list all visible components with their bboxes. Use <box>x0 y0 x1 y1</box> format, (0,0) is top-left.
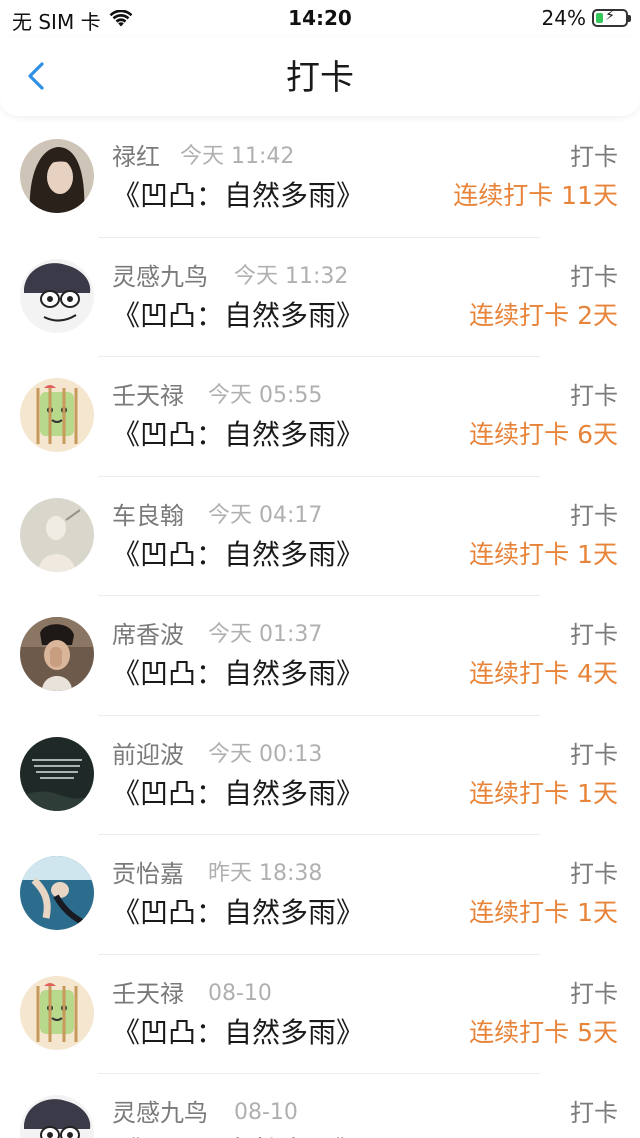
book-title: 《凹凸：自然多雨》 <box>112 179 365 212</box>
streak-label: 连续打卡 1天 <box>469 778 618 808</box>
book-title: 《凹凸：自然多雨》 <box>112 1134 364 1138</box>
list-item[interactable]: 前迎波 今天 00:13 《凹凸：自然多雨》 打卡连续打卡 1天 <box>0 716 640 835</box>
streak-label: 连续打卡 1天 <box>469 539 618 569</box>
checkin-label: 打卡 <box>570 1099 618 1127</box>
streak-label: 连续打卡 1天 <box>469 898 618 927</box>
checkin-time: 昨天 18:38 <box>208 861 323 886</box>
book-title: 《凹凸：自然多雨》 <box>112 1015 365 1049</box>
user-name[interactable]: 车良翰 <box>112 501 184 531</box>
user-name[interactable]: 灵感九鸟 <box>112 262 208 292</box>
avatar[interactable] <box>20 258 94 333</box>
status-bar: 无 SIM 卡 14:20 24% ⚡ <box>0 0 640 36</box>
battery-icon: ⚡ <box>592 8 631 27</box>
battery-cap <box>628 15 631 22</box>
avatar[interactable] <box>20 975 94 1050</box>
user-name[interactable]: 前迎波 <box>112 740 184 770</box>
checkin-label: 打卡 <box>570 621 618 649</box>
list-item[interactable]: 车良翰 今天 04:17 《凹凸：自然多雨》 打卡连续打卡 1天 <box>0 477 640 596</box>
user-name[interactable]: 禄红 <box>112 142 160 172</box>
list-item[interactable]: 禄红 今天 11:42 《凹凸：自然多雨》 打卡连续打卡 11天 <box>0 118 640 238</box>
checkin-label: 打卡 <box>570 382 618 410</box>
list-item[interactable]: 壬天禄 08-10 《凹凸：自然多雨》 打卡连续打卡 5天 <box>0 955 640 1074</box>
avatar[interactable] <box>20 497 94 572</box>
checkin-label: 打卡 <box>570 860 618 888</box>
book-title: 《凹凸：自然多雨》 <box>112 896 365 929</box>
avatar[interactable] <box>20 139 94 213</box>
list-item[interactable]: 席香波 今天 01:37 《凹凸：自然多雨》 打卡连续打卡 4天 <box>0 596 640 716</box>
avatar[interactable] <box>20 1095 94 1138</box>
avatar[interactable] <box>20 617 94 691</box>
book-title: 《凹凸：自然多雨》 <box>112 537 365 571</box>
user-name[interactable]: 贡怡嘉 <box>112 859 184 889</box>
list-item[interactable]: 灵感九鸟 08-10 《凹凸：自然多雨》 打卡 <box>0 1074 640 1138</box>
checkin-label: 打卡 <box>570 979 618 1008</box>
checkin-time: 今天 04:17 <box>208 502 323 528</box>
list-item[interactable]: 贡怡嘉 昨天 18:38 《凹凸：自然多雨》 打卡连续打卡 1天 <box>0 835 640 955</box>
status-right: 24% ⚡ <box>541 6 631 30</box>
checkin-label: 打卡 <box>570 143 618 171</box>
checkin-time: 今天 01:37 <box>208 622 323 647</box>
avatar[interactable] <box>20 736 94 811</box>
list-item[interactable]: 灵感九鸟 今天 11:32 《凹凸：自然多雨》 打卡连续打卡 2天 <box>0 238 640 357</box>
streak-label: 连续打卡 2天 <box>469 300 618 330</box>
book-title: 《凹凸：自然多雨》 <box>112 657 365 690</box>
user-name[interactable]: 灵感九鸟 <box>112 1098 208 1128</box>
nav-bar: 打卡 <box>0 36 640 116</box>
screen: 无 SIM 卡 14:20 24% ⚡ 打卡 禄红 今天 11:42 《凹凸：自… <box>0 0 640 1138</box>
checkin-time: 08-10 <box>234 1100 298 1125</box>
book-title: 《凹凸：自然多雨》 <box>112 298 365 332</box>
streak-label: 连续打卡 5天 <box>469 1017 618 1047</box>
user-name[interactable]: 壬天禄 <box>112 979 184 1009</box>
checkin-list[interactable]: 禄红 今天 11:42 《凹凸：自然多雨》 打卡 连续打卡 11天 灵感九鸟 今天 11:3… <box>0 118 640 1138</box>
user-name[interactable]: 席香波 <box>112 620 184 650</box>
avatar[interactable] <box>20 856 94 930</box>
checkin-time: 今天 05:55 <box>208 383 323 408</box>
streak-label: 连续打卡 6天 <box>469 420 618 449</box>
user-name[interactable]: 壬天禄 <box>112 381 184 411</box>
streak-label: 连续打卡 4天 <box>469 659 618 688</box>
book-title: 《凹凸：自然多雨》 <box>112 776 365 810</box>
charging-bolt-icon: ⚡ <box>605 8 615 24</box>
checkin-time: 今天 11:42 <box>180 144 295 169</box>
checkin-time: 08-10 <box>208 980 272 1006</box>
checkin-label: 打卡 <box>570 262 618 291</box>
streak-label: 连续打卡 11天 <box>453 181 618 210</box>
checkin-time: 今天 11:32 <box>234 263 349 289</box>
list-item[interactable]: 壬天禄 今天 05:55 《凹凸：自然多雨》 打卡连续打卡 6天 <box>0 357 640 477</box>
checkin-time: 今天 00:13 <box>208 741 323 767</box>
checkin-label: 打卡 <box>570 501 618 530</box>
checkin-label: 打卡 <box>570 740 618 769</box>
book-title: 《凹凸：自然多雨》 <box>112 418 365 451</box>
avatar[interactable] <box>20 378 94 452</box>
page-title: 打卡 <box>286 58 354 98</box>
battery-percent: 24% <box>541 6 586 30</box>
